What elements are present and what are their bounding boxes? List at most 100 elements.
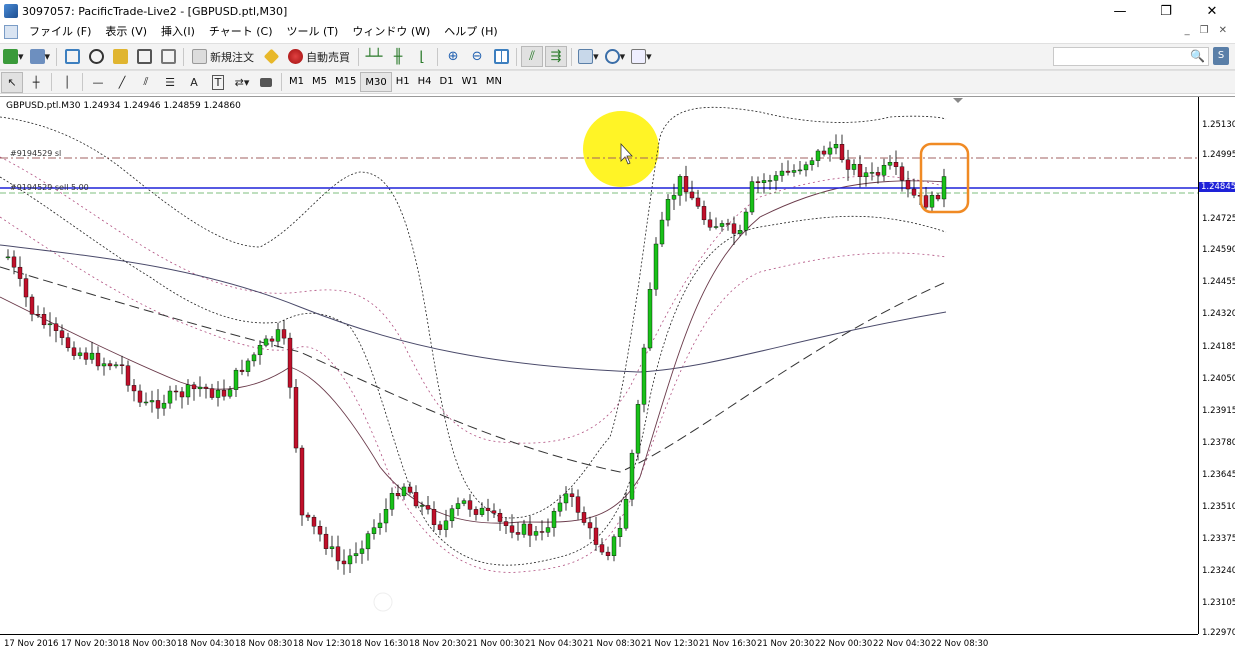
horizontal-line-tool[interactable]: — bbox=[87, 72, 109, 93]
candle-body bbox=[611, 536, 617, 556]
zoom-out-button[interactable]: ⊖ bbox=[466, 46, 488, 67]
trendline-tool[interactable]: ╱ bbox=[111, 72, 133, 93]
candle-body bbox=[803, 164, 809, 171]
candle-body bbox=[539, 531, 545, 533]
current-price-label: 1.24845 bbox=[1199, 182, 1235, 192]
menu-file[interactable]: ファイル (F) bbox=[22, 22, 98, 42]
candle-body bbox=[635, 404, 641, 454]
new-chart-button[interactable]: ▾ bbox=[1, 46, 26, 67]
data-window-button[interactable] bbox=[85, 46, 107, 67]
price-label: 1.23915 bbox=[1202, 406, 1235, 416]
menu-insert[interactable]: 挿入(I) bbox=[154, 22, 202, 42]
price-label: 1.24320 bbox=[1202, 309, 1235, 319]
menu-window[interactable]: ウィンドウ (W) bbox=[345, 22, 437, 42]
search-go-button[interactable]: S bbox=[1213, 47, 1229, 65]
candle-body bbox=[605, 551, 611, 556]
timeframe-h4[interactable]: H4 bbox=[414, 72, 436, 92]
candle-body bbox=[485, 507, 491, 511]
candle-body bbox=[203, 386, 209, 389]
navigator-button[interactable] bbox=[109, 46, 131, 67]
timeframe-m30[interactable]: M30 bbox=[360, 72, 392, 92]
chart-window-icon[interactable] bbox=[4, 25, 18, 39]
line-chart-button[interactable]: ⌊ bbox=[411, 46, 433, 67]
price-label: 1.24590 bbox=[1202, 245, 1235, 255]
candle-body bbox=[71, 347, 77, 356]
maximize-button[interactable]: ❐ bbox=[1143, 0, 1189, 22]
time-label: 17 Nov 2016 bbox=[4, 639, 59, 649]
price-chart[interactable] bbox=[0, 97, 1198, 634]
chart-window[interactable]: GBPUSD.ptl.M30 1.24934 1.24946 1.24859 1… bbox=[0, 96, 1235, 653]
rectangle-tool[interactable] bbox=[255, 72, 277, 93]
new-order-button[interactable]: 新規注文 bbox=[188, 46, 258, 67]
autoscroll-icon: ⇶ bbox=[550, 49, 562, 64]
candle-body bbox=[353, 553, 359, 557]
candle-body bbox=[923, 195, 929, 208]
cursor-tool[interactable]: ↖ bbox=[1, 71, 23, 93]
metaeditor-button[interactable] bbox=[260, 46, 282, 67]
minimize-button[interactable]: — bbox=[1097, 0, 1143, 22]
fibonacci-tool[interactable]: ☰ bbox=[159, 72, 181, 93]
timeframe-m5[interactable]: M5 bbox=[308, 72, 331, 92]
tester-button[interactable] bbox=[157, 46, 179, 67]
text-label-tool[interactable]: T bbox=[207, 72, 229, 93]
candle-body bbox=[749, 181, 755, 213]
menu-tools[interactable]: ツール (T) bbox=[280, 22, 346, 42]
mdi-close-button[interactable]: ✕ bbox=[1219, 25, 1227, 36]
candle-body bbox=[83, 352, 89, 360]
timeframe-d1[interactable]: D1 bbox=[436, 72, 458, 92]
price-label: 1.23780 bbox=[1202, 438, 1235, 448]
templates-button[interactable]: ▾ bbox=[629, 46, 654, 67]
candle-body bbox=[311, 516, 317, 527]
vertical-line-tool[interactable]: │ bbox=[56, 72, 78, 93]
menu-help[interactable]: ヘルプ (H) bbox=[437, 22, 504, 42]
candle-body bbox=[467, 500, 473, 510]
candle-body bbox=[23, 278, 29, 298]
crosshair-tool[interactable]: ┼ bbox=[25, 72, 47, 93]
candlestick-button[interactable]: ╫ bbox=[387, 46, 409, 67]
periods-button[interactable]: ▾ bbox=[603, 46, 628, 67]
autoscroll-button[interactable]: ⇶ bbox=[545, 46, 568, 67]
market-watch-button[interactable] bbox=[61, 46, 83, 67]
timeframe-h1[interactable]: H1 bbox=[392, 72, 414, 92]
timeframe-m15[interactable]: M15 bbox=[331, 72, 360, 92]
channel-tool[interactable]: ⫽ bbox=[135, 72, 157, 93]
candle-body bbox=[431, 509, 437, 525]
candle-body bbox=[767, 180, 773, 182]
candle-body bbox=[491, 510, 497, 514]
mdi-minimize-button[interactable]: _ bbox=[1185, 25, 1190, 36]
candle-body bbox=[845, 159, 851, 170]
timeframe-w1[interactable]: W1 bbox=[458, 72, 482, 92]
timeframe-m1[interactable]: M1 bbox=[285, 72, 308, 92]
text-tool[interactable]: A bbox=[183, 72, 205, 93]
search-input[interactable]: 🔍 bbox=[1053, 47, 1209, 66]
candle-body bbox=[155, 400, 161, 409]
time-label: 21 Nov 04:30 bbox=[525, 639, 583, 649]
candle-body bbox=[107, 363, 113, 367]
close-button[interactable]: ✕ bbox=[1189, 0, 1235, 22]
mdi-restore-button[interactable]: ❐ bbox=[1200, 25, 1209, 36]
candle-body bbox=[743, 211, 749, 231]
candle-body bbox=[551, 510, 557, 528]
terminal-button[interactable] bbox=[133, 46, 155, 67]
search-icon[interactable]: 🔍 bbox=[1190, 49, 1205, 63]
menu-view[interactable]: 表示 (V) bbox=[98, 22, 154, 42]
candle-body bbox=[557, 502, 563, 512]
standard-toolbar: ▾ ▾ 新規注文 自動売買 ┴┴ ╫ ⌊ ⊕ ⊖ ⫽ ⇶ ▾ ▾ ▾ bbox=[0, 43, 1235, 70]
auto-trading-button[interactable]: 自動売買 bbox=[284, 46, 354, 67]
menu-chart[interactable]: チャート (C) bbox=[202, 22, 280, 42]
price-axis[interactable] bbox=[1198, 97, 1235, 634]
indicators-button[interactable]: ▾ bbox=[576, 46, 601, 67]
chart-shift-icon: ⫽ bbox=[529, 49, 535, 64]
bar-chart-button[interactable]: ┴┴ bbox=[363, 46, 385, 67]
candle-body bbox=[251, 354, 257, 362]
tile-windows-button[interactable] bbox=[490, 46, 512, 67]
timeframe-mn[interactable]: MN bbox=[482, 72, 506, 92]
candle-body bbox=[809, 160, 815, 165]
arrows-tool[interactable]: ⇄▾ bbox=[231, 72, 253, 93]
profiles-button[interactable]: ▾ bbox=[28, 46, 53, 67]
zoom-in-icon: ⊕ bbox=[447, 49, 459, 64]
auto-trading-label: 自動売買 bbox=[306, 50, 351, 64]
zoom-in-button[interactable]: ⊕ bbox=[442, 46, 464, 67]
chart-shift-button[interactable]: ⫽ bbox=[521, 46, 544, 67]
candle-body bbox=[323, 533, 329, 549]
